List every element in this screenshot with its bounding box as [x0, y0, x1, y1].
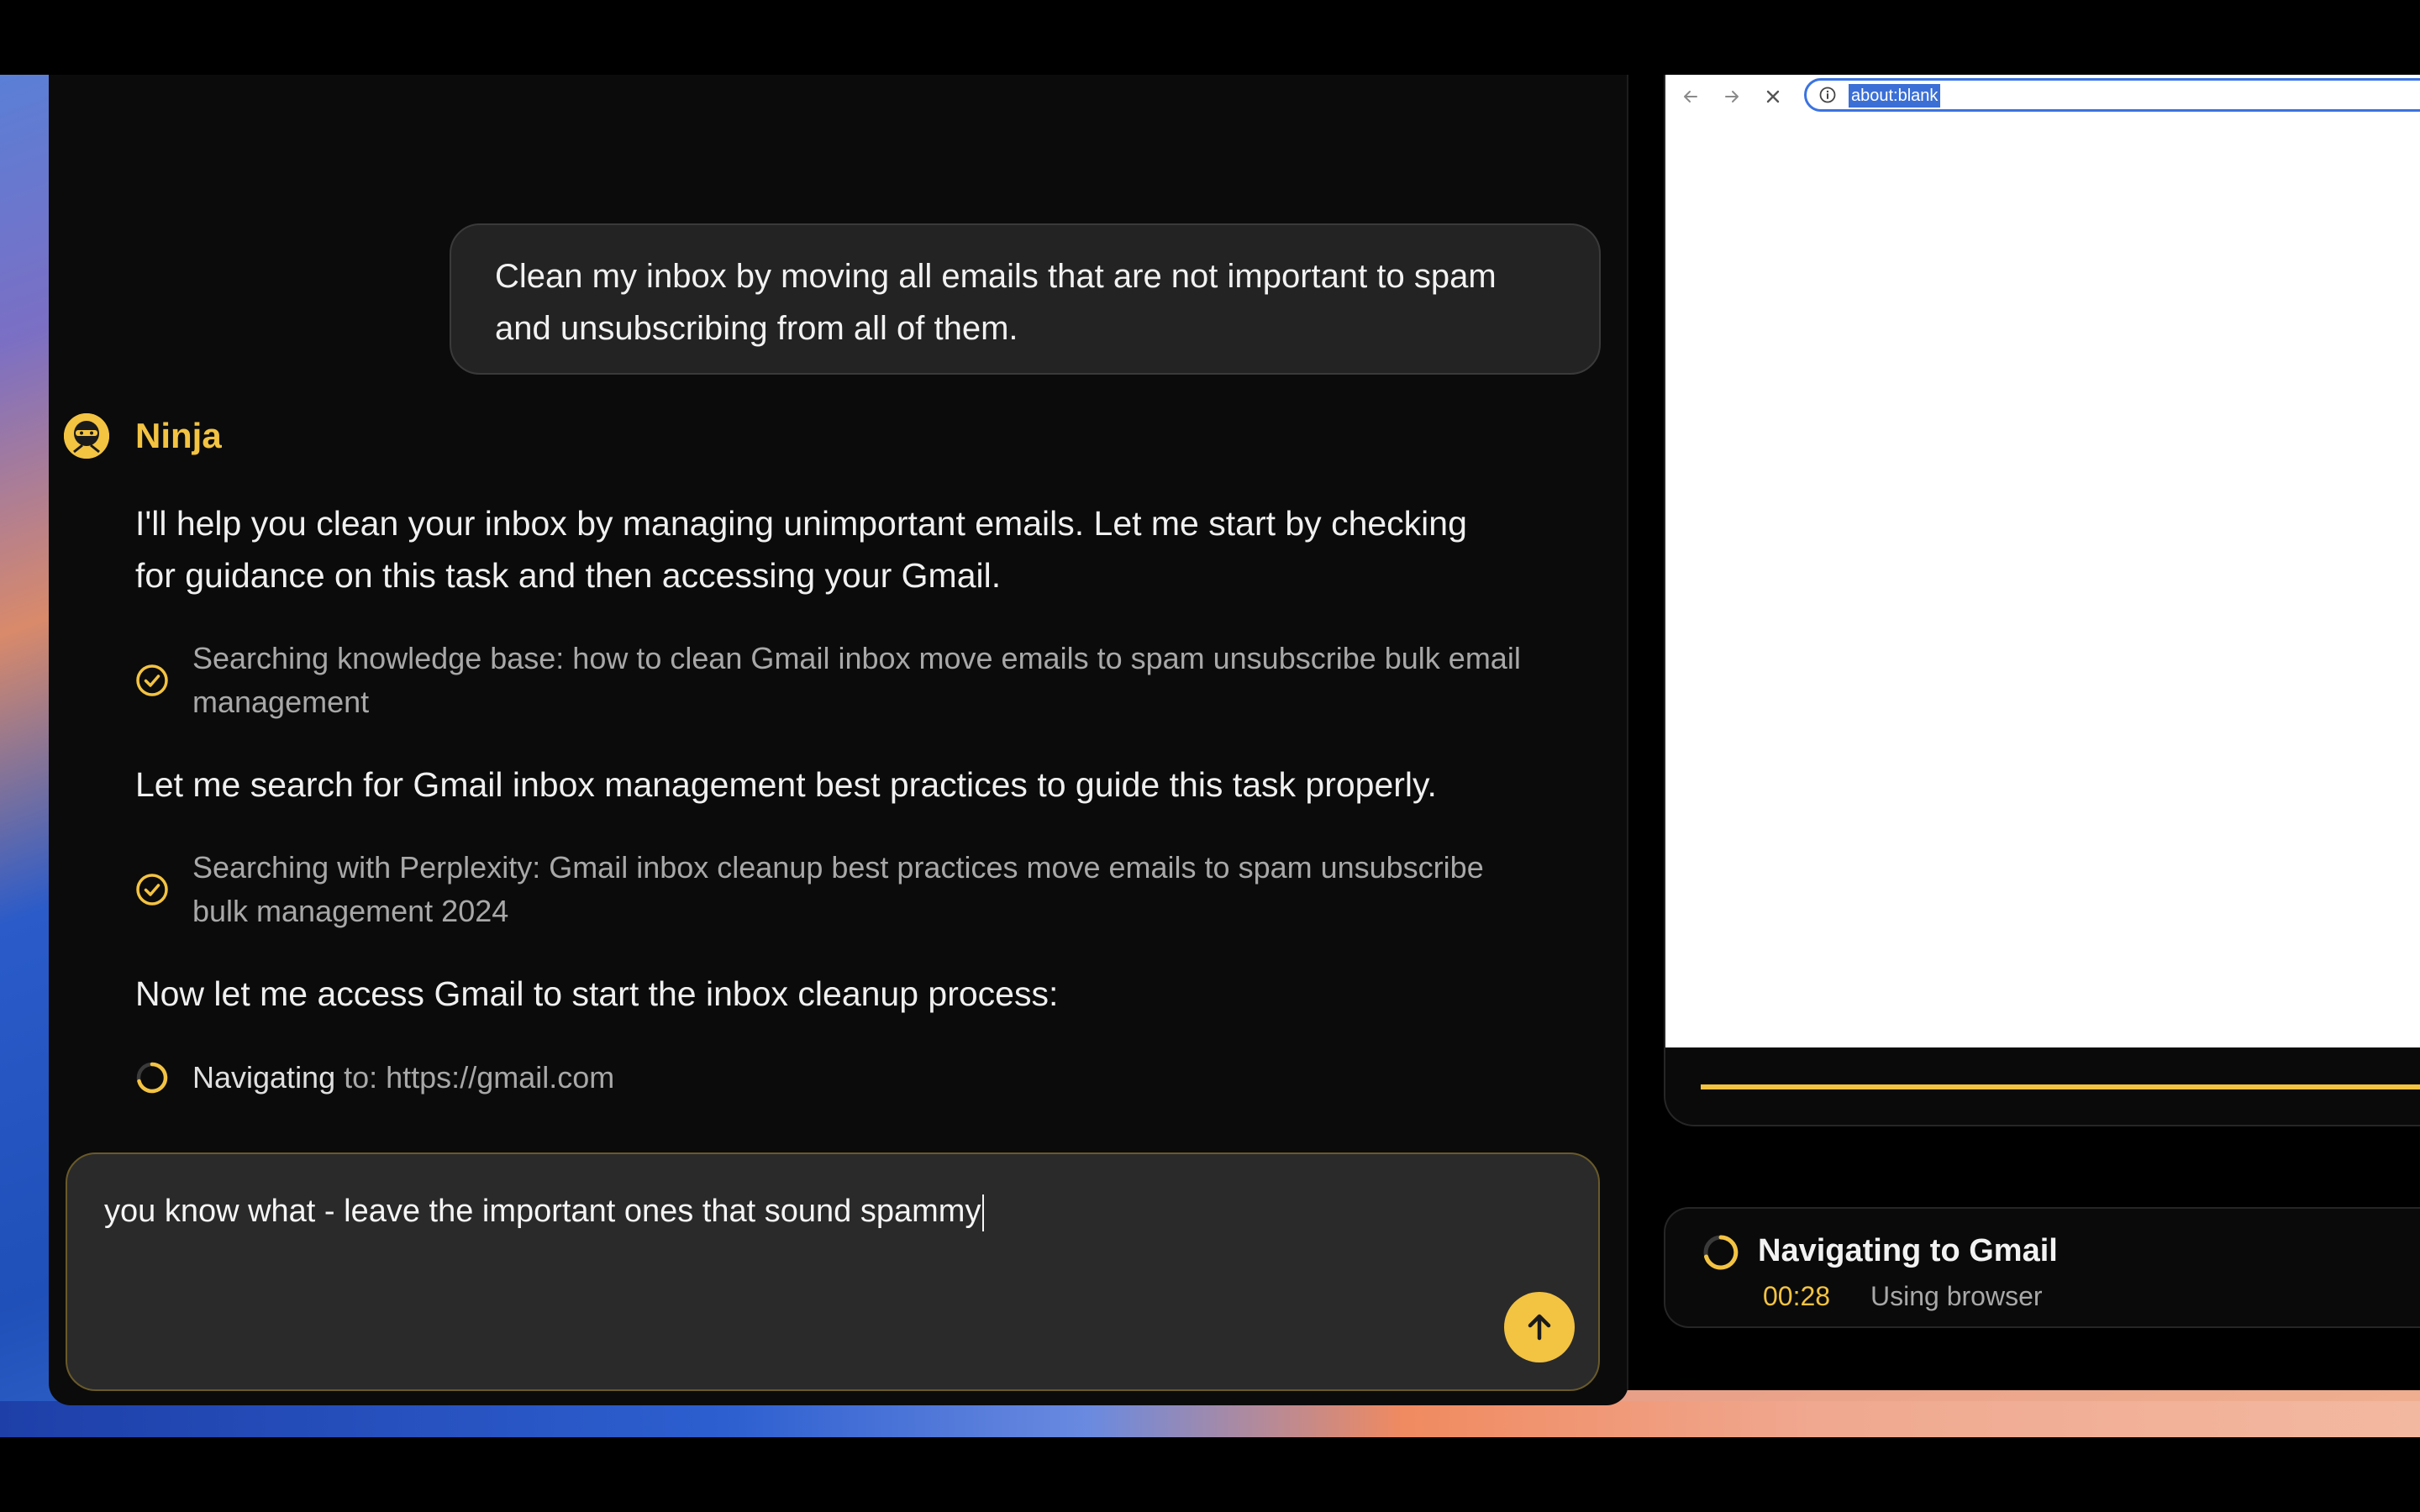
task-status-title: Navigating to Gmail: [1758, 1233, 2058, 1268]
user-message-line: Clean my inbox by moving all emails that…: [495, 258, 1497, 295]
user-message-line: and unsubscribing from all of them.: [495, 310, 1018, 347]
tool-step-line: management: [192, 685, 370, 719]
check-circle-icon: [135, 873, 169, 906]
browser-toolbar: about:blank: [1665, 75, 2420, 120]
message-input[interactable]: you know what - leave the important ones…: [104, 1189, 1533, 1233]
user-message-bubble: Clean my inbox by moving all emails that…: [450, 223, 1601, 375]
agent-name: Ninja: [135, 416, 222, 455]
forward-button[interactable]: [1717, 81, 1747, 112]
close-icon: [1763, 87, 1783, 107]
message-input-value: you know what - leave the important ones…: [104, 1194, 981, 1229]
arrow-left-icon: [1681, 87, 1701, 107]
page-load-progress-fill: [1701, 1084, 2420, 1089]
tool-step-text: Searching with Perplexity: Gmail inbox c…: [192, 846, 1612, 933]
page-load-progress: [1701, 1084, 2420, 1089]
tool-step-line: Searching knowledge base: how to clean G…: [192, 641, 1521, 675]
info-icon: [1818, 86, 1837, 108]
arrow-right-icon: [1722, 87, 1742, 107]
browser-page-viewport: [1665, 120, 2420, 1047]
agent-message: Let me search for Gmail inbox management…: [135, 759, 1597, 811]
panel-divider: [1627, 75, 1628, 1390]
agent-message: Now let me access Gmail to start the inb…: [135, 968, 1597, 1020]
url-text: about:blank: [1849, 84, 1941, 108]
tool-step-target: to: https://gmail.com: [335, 1060, 615, 1095]
stop-button[interactable]: [1758, 81, 1788, 112]
agent-message-line: Let me search for Gmail inbox management…: [135, 765, 1437, 804]
arrow-up-icon: [1520, 1308, 1559, 1347]
task-elapsed-time: 00:28: [1763, 1281, 1831, 1311]
spinner-icon: [1702, 1234, 1739, 1271]
tool-step-text: Searching knowledge base: how to clean G…: [192, 637, 1612, 724]
agent-message-line: for guidance on this task and then acces…: [135, 556, 1002, 595]
task-status-card: Navigating to Gmail 00:28 Using browser: [1664, 1207, 2420, 1328]
agent-message-line: I'll help you clean your inbox by managi…: [135, 504, 1467, 543]
tool-step-line: bulk management 2024: [192, 894, 509, 928]
send-button[interactable]: [1504, 1292, 1575, 1362]
text-caret: [982, 1194, 985, 1231]
ninja-avatar-icon: [64, 413, 109, 459]
desktop-wallpaper-bottom: [0, 1401, 2420, 1437]
message-composer[interactable]: you know what - leave the important ones…: [66, 1152, 1600, 1391]
tool-step-text: Navigating to: https://gmail.com: [192, 1056, 1612, 1100]
check-circle-icon: [135, 664, 169, 697]
back-button[interactable]: [1676, 81, 1706, 112]
address-bar[interactable]: about:blank: [1804, 78, 2420, 112]
agent-message: I'll help you clean your inbox by managi…: [135, 497, 1597, 601]
tool-step-action: Navigating: [192, 1060, 336, 1095]
spinner-icon: [135, 1061, 169, 1095]
tool-step-line: Searching with Perplexity: Gmail inbox c…: [192, 850, 1484, 885]
task-tool-label: Using browser: [1870, 1281, 2043, 1311]
agent-message-line: Now let me access Gmail to start the inb…: [135, 974, 1059, 1013]
